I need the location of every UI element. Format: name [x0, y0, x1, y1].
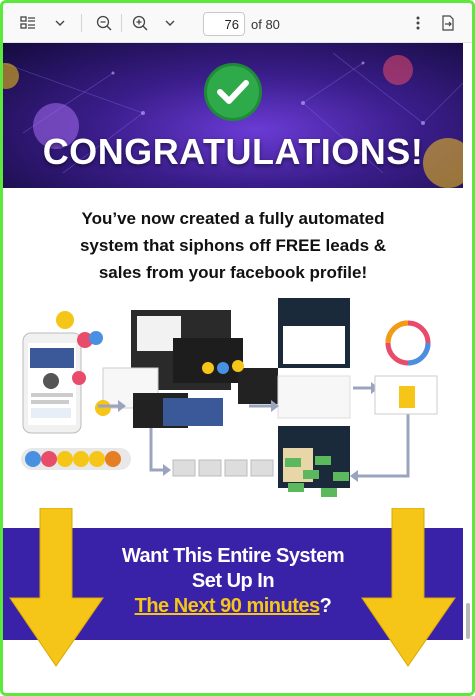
- cta-highlight[interactable]: The Next 90 minutes: [135, 595, 321, 617]
- chevron-down-icon[interactable]: [157, 11, 183, 35]
- arrow-down-icon: [9, 508, 104, 667]
- page-total-label: of 80: [251, 17, 280, 32]
- automation-system-diagram: [21, 298, 438, 497]
- emoji-decoration: [383, 55, 413, 85]
- chevron-down-icon[interactable]: [47, 11, 73, 35]
- vertical-scrollbar[interactable]: [466, 603, 470, 639]
- headline-line: You’ve now created a fully automated: [81, 209, 385, 228]
- headline-text: You’ve now created a fully automated sys…: [33, 205, 433, 286]
- share-export-icon[interactable]: [435, 11, 461, 35]
- toolbar-divider: [121, 14, 122, 32]
- document-viewer: of 80: [0, 0, 475, 696]
- congratulations-title: CONGRATULATIONS!: [42, 131, 424, 172]
- zoom-in-icon[interactable]: [127, 11, 153, 35]
- phone-mockup: [22, 332, 82, 434]
- congratulations-banner: CONGRATULATIONS!: [3, 43, 463, 188]
- more-options-icon[interactable]: [405, 11, 431, 35]
- page-number-input[interactable]: [203, 12, 245, 36]
- pdf-toolbar: of 80: [3, 3, 472, 43]
- pdf-page: CONGRATULATIONS! You’ve now created a fu…: [3, 43, 472, 693]
- cta-suffix: ?: [319, 595, 332, 617]
- zoom-out-icon[interactable]: [91, 11, 117, 35]
- headline-line: system that siphons off FREE leads &: [79, 236, 387, 255]
- headline-line: sales from your facebook profile!: [98, 263, 368, 282]
- checkmark-icon: [204, 63, 262, 121]
- toolbar-divider: [81, 14, 82, 32]
- arrow-down-icon: [361, 508, 456, 667]
- thumbnails-icon[interactable]: [15, 11, 41, 35]
